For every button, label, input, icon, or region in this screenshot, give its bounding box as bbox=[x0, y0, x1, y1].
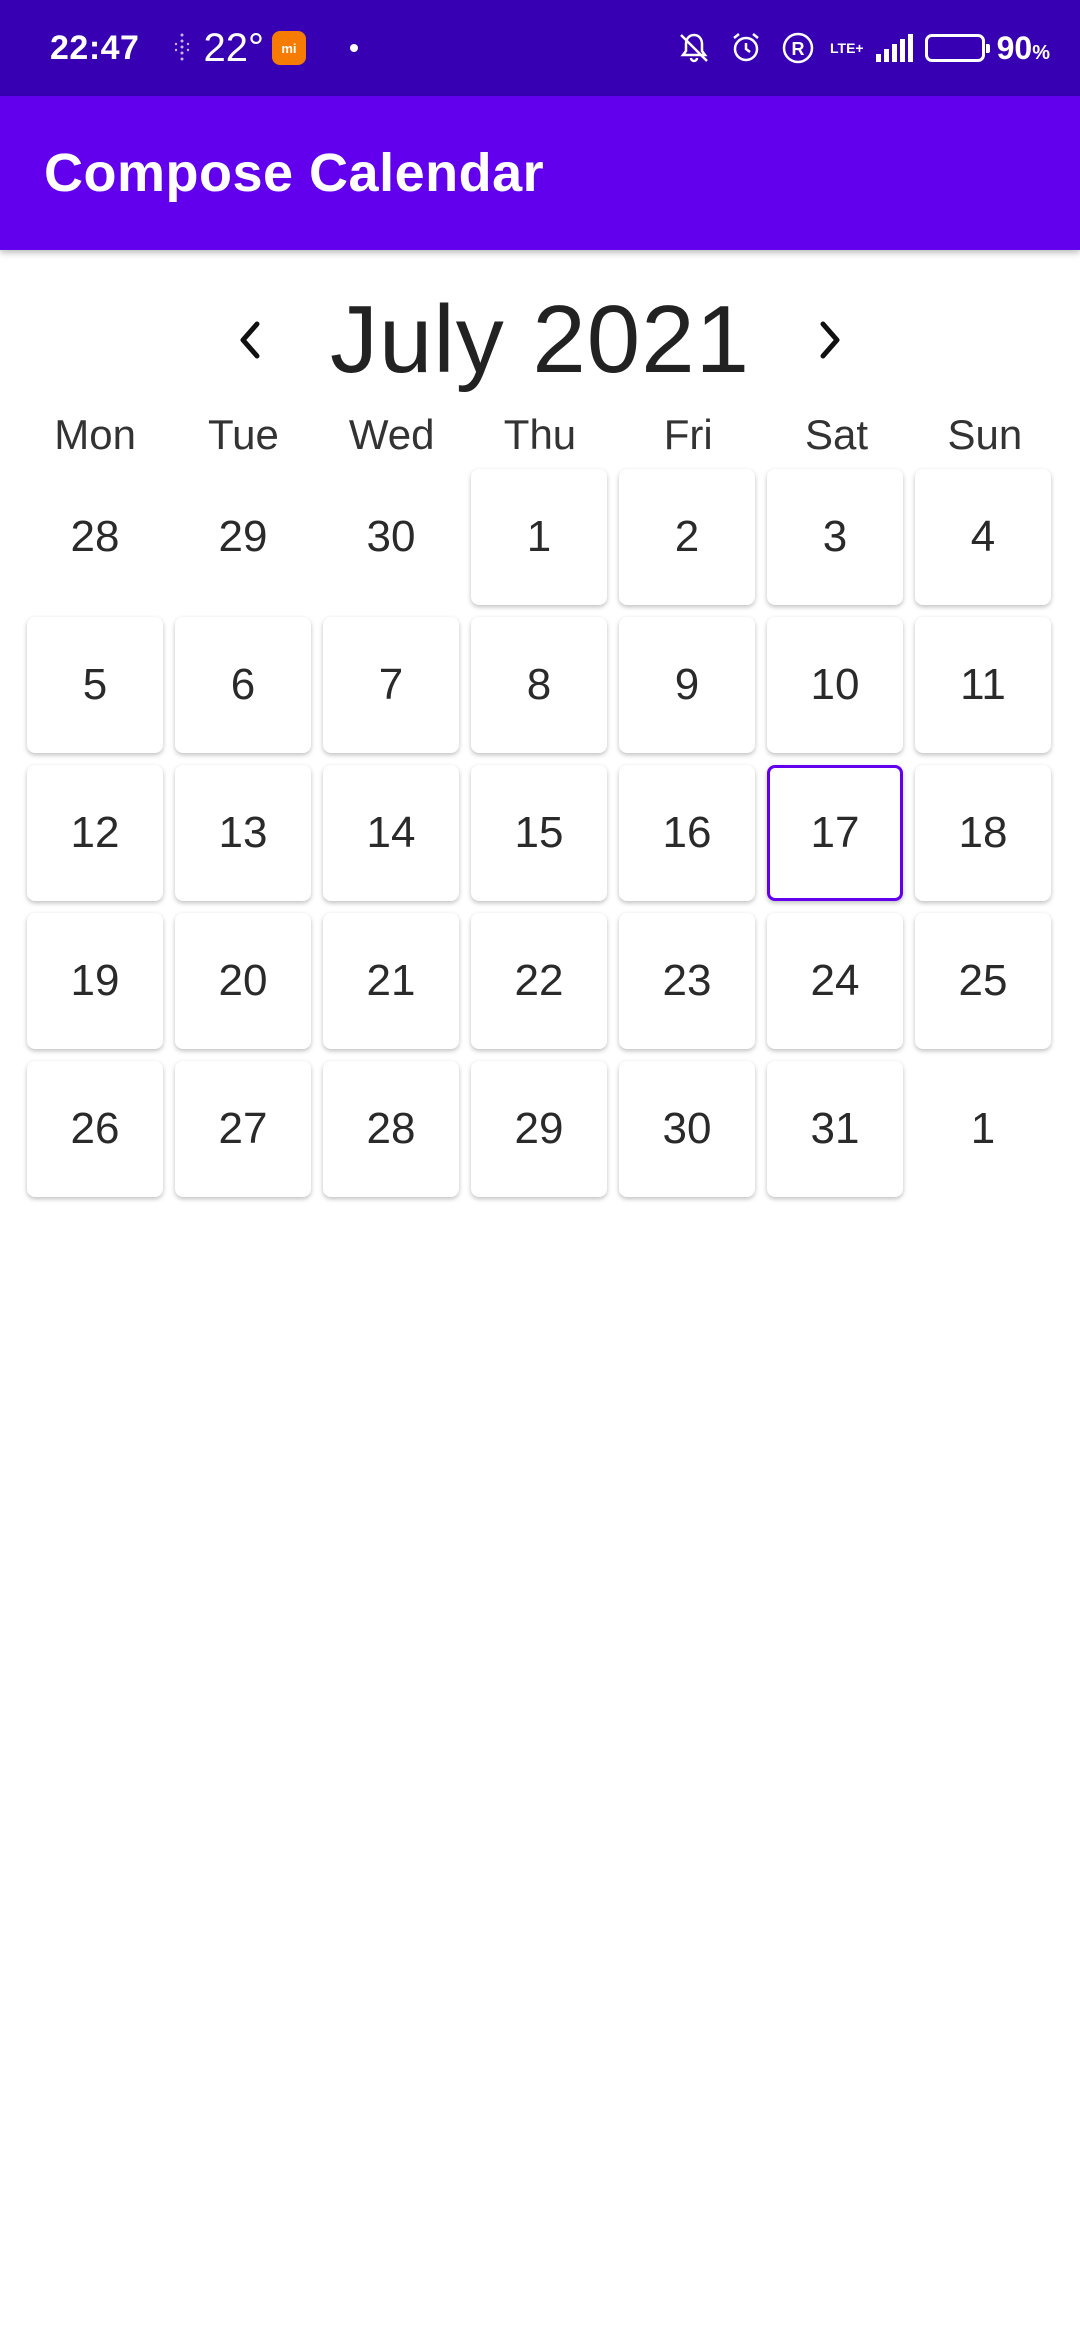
calendar-day[interactable]: 5 bbox=[27, 617, 163, 753]
calendar-day[interactable]: 12 bbox=[27, 765, 163, 901]
calendar-day[interactable]: 16 bbox=[619, 765, 755, 901]
month-header: July 2021 bbox=[0, 280, 1080, 400]
mute-icon bbox=[674, 28, 714, 68]
notification-dot-icon bbox=[349, 44, 358, 52]
weekday-label: Wed bbox=[348, 411, 435, 458]
signal-icon bbox=[875, 34, 913, 62]
calendar-day[interactable]: 21 bbox=[323, 913, 459, 1049]
calendar-day[interactable]: 29 bbox=[471, 1061, 607, 1197]
weather-icon bbox=[169, 31, 195, 65]
calendar-day[interactable]: 2 bbox=[619, 469, 755, 605]
calendar-day[interactable]: 20 bbox=[175, 913, 311, 1049]
calendar-day[interactable]: 30 bbox=[619, 1061, 755, 1197]
calendar-day[interactable]: 28 bbox=[323, 1061, 459, 1197]
calendar-day[interactable]: 13 bbox=[175, 765, 311, 901]
calendar-day[interactable]: 23 bbox=[619, 913, 755, 1049]
calendar-day[interactable]: 4 bbox=[915, 469, 1051, 605]
weekday-label: Sun bbox=[947, 411, 1023, 458]
weekday-label: Sat bbox=[805, 411, 869, 458]
calendar-day[interactable]: 3 bbox=[767, 469, 903, 605]
calendar-day[interactable]: 26 bbox=[27, 1061, 163, 1197]
calendar-day-selected[interactable]: 17 bbox=[767, 765, 903, 901]
calendar-day[interactable]: 24 bbox=[767, 913, 903, 1049]
weekday-header-row: Mon Tue Wed Thu Fri Sat Sun bbox=[27, 400, 1053, 470]
calendar-day-outside: 1 bbox=[915, 1061, 1051, 1197]
chevron-left-icon bbox=[240, 321, 260, 359]
temperature-text: 22° bbox=[203, 25, 264, 70]
network-type-text: LTE+ bbox=[830, 40, 864, 56]
calendar-grid: 28 29 30 1 2 3 4 5 6 7 8 9 10 11 12 13 14 15 16 17 18 19 20 21 2… bbox=[27, 469, 1053, 1197]
status-icons: R LTE+ 90% bbox=[674, 28, 1050, 68]
alarm-icon bbox=[726, 28, 766, 68]
svg-text:R: R bbox=[792, 39, 805, 59]
weekday-label: Fri bbox=[663, 411, 713, 458]
app-bar: Compose Calendar bbox=[0, 96, 1080, 250]
weekday-label: Mon bbox=[54, 411, 136, 458]
calendar-day[interactable]: 1 bbox=[471, 469, 607, 605]
calendar-day[interactable]: 19 bbox=[27, 913, 163, 1049]
calendar-day[interactable]: 18 bbox=[915, 765, 1051, 901]
calendar-day[interactable]: 8 bbox=[471, 617, 607, 753]
calendar-day[interactable]: 27 bbox=[175, 1061, 311, 1197]
calendar-day[interactable]: 31 bbox=[767, 1061, 903, 1197]
month-title: July 2021 bbox=[330, 286, 750, 393]
status-time: 22:47 bbox=[50, 28, 140, 67]
status-bar: 22:47 22° mi R LTE+ 90% bbox=[0, 0, 1080, 96]
calendar-day[interactable]: 6 bbox=[175, 617, 311, 753]
weekday-label: Thu bbox=[503, 411, 577, 458]
app-title: Compose Calendar bbox=[44, 143, 545, 203]
calendar-day[interactable]: 14 bbox=[323, 765, 459, 901]
calendar-day[interactable]: 22 bbox=[471, 913, 607, 1049]
roaming-icon: R bbox=[778, 28, 818, 68]
chevron-right-icon bbox=[820, 321, 840, 359]
next-month-button[interactable] bbox=[790, 290, 870, 390]
calendar-day[interactable]: 15 bbox=[471, 765, 607, 901]
calendar-day[interactable]: 9 bbox=[619, 617, 755, 753]
battery-percent: 90% bbox=[996, 29, 1050, 66]
weekday-label: Tue bbox=[208, 411, 279, 458]
mi-app-icon: mi bbox=[271, 31, 306, 65]
calendar-day-outside: 30 bbox=[323, 469, 459, 605]
battery-icon bbox=[924, 34, 990, 62]
calendar-day[interactable]: 11 bbox=[915, 617, 1051, 753]
calendar-day-outside: 29 bbox=[175, 469, 311, 605]
calendar-day-outside: 28 bbox=[27, 469, 163, 605]
calendar-day[interactable]: 7 bbox=[323, 617, 459, 753]
calendar-day[interactable]: 25 bbox=[915, 913, 1051, 1049]
calendar-day[interactable]: 10 bbox=[767, 617, 903, 753]
previous-month-button[interactable] bbox=[210, 290, 290, 390]
